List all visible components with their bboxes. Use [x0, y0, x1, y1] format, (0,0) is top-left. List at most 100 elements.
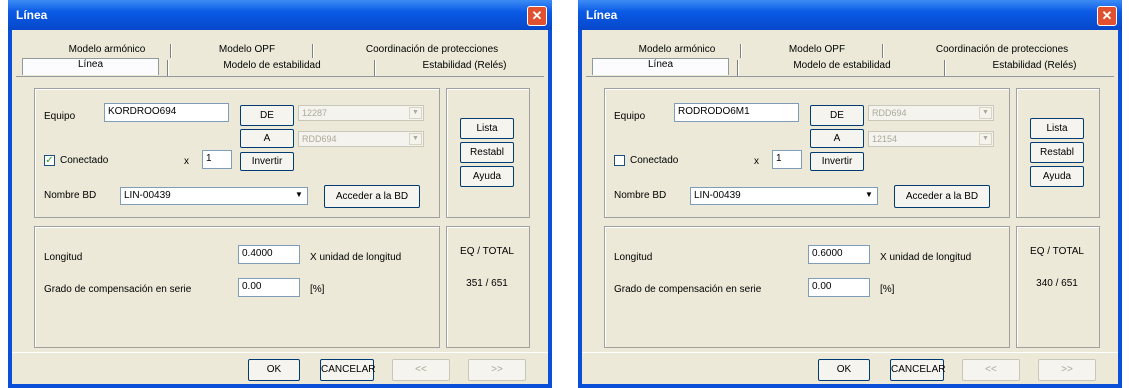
tab-divider: [737, 60, 739, 76]
restabl-button[interactable]: Restabl: [460, 142, 514, 163]
tab-linea[interactable]: Línea: [592, 58, 729, 75]
next-button[interactable]: >>: [468, 359, 526, 381]
chevron-down-icon[interactable]: ▼: [979, 133, 992, 145]
nombre-bd-value: LIN-00439: [124, 190, 171, 201]
tab-modelo-armonico[interactable]: Modelo armónico: [52, 44, 162, 58]
previous-button[interactable]: <<: [962, 359, 1020, 381]
cancel-button[interactable]: CANCELAR: [890, 359, 945, 381]
longitud-field[interactable]: 0.4000: [238, 245, 300, 264]
tab-strip-border: [16, 76, 544, 77]
restabl-button[interactable]: Restabl: [1030, 142, 1084, 163]
pct-label: [%]: [310, 284, 325, 295]
equipo-label: Equipo: [44, 111, 76, 122]
invertir-button[interactable]: Invertir: [240, 152, 294, 171]
chevron-down-icon[interactable]: ▼: [862, 189, 876, 201]
a-combo[interactable]: RDD694 ▼: [298, 131, 424, 147]
tab-modelo-estabilidad[interactable]: Modelo de estabilidad: [742, 60, 942, 76]
title-bar[interactable]: Línea ✕: [8, 0, 552, 30]
tab-divider: [167, 60, 169, 76]
equipo-field[interactable]: RODRODO6M1: [674, 103, 799, 122]
chevron-down-icon[interactable]: ▼: [979, 107, 992, 119]
invertir-button[interactable]: Invertir: [810, 152, 864, 171]
next-button[interactable]: >>: [1038, 359, 1096, 381]
de-button[interactable]: DE: [240, 105, 294, 126]
eq-total-label: EQ / TOTAL: [1030, 246, 1084, 257]
x-field[interactable]: 1: [202, 150, 232, 169]
tab-divider: [882, 44, 884, 58]
dialog-client: Modelo armónico Modelo OPF Coordinación …: [12, 30, 548, 384]
cancel-button[interactable]: CANCELAR: [320, 359, 375, 381]
grado-field[interactable]: 0.00: [238, 278, 300, 297]
acceder-bd-button[interactable]: Acceder a la BD: [324, 185, 420, 208]
close-icon[interactable]: ✕: [1097, 6, 1117, 26]
ayuda-button[interactable]: Ayuda: [1030, 166, 1084, 187]
title-bar[interactable]: Línea ✕: [578, 0, 1122, 30]
lista-button[interactable]: Lista: [460, 118, 514, 139]
a-button[interactable]: A: [240, 129, 294, 148]
chevron-down-icon[interactable]: ▼: [409, 107, 422, 119]
tab-linea[interactable]: Línea: [22, 58, 159, 75]
tab-strip-border: [586, 76, 1114, 77]
dialog-client: Modelo armónico Modelo OPF Coordinación …: [582, 30, 1118, 384]
ayuda-button[interactable]: Ayuda: [460, 166, 514, 187]
acceder-bd-button[interactable]: Acceder a la BD: [894, 185, 990, 208]
grado-label: Grado de compensación en serie: [614, 284, 762, 295]
chevron-down-icon[interactable]: ▼: [409, 133, 422, 145]
de-button[interactable]: DE: [810, 105, 864, 126]
nombre-bd-label: Nombre BD: [44, 190, 97, 201]
eq-total-value: 351 / 651: [466, 278, 508, 289]
nombre-bd-label: Nombre BD: [614, 190, 667, 201]
chevron-down-icon[interactable]: ▼: [292, 189, 306, 201]
de-combo-value: RDD694: [872, 108, 907, 118]
nombre-bd-combo[interactable]: LIN-00439 ▼: [120, 187, 308, 205]
eq-total-label: EQ / TOTAL: [460, 246, 514, 257]
longitud-label: Longitud: [44, 252, 83, 263]
tab-coordinacion-protecciones[interactable]: Coordinación de protecciones: [892, 44, 1112, 58]
tab-divider: [740, 44, 742, 58]
conectado-checkbox[interactable]: [614, 155, 625, 166]
tab-estabilidad-reles[interactable]: Estabilidad (Relés): [382, 60, 547, 76]
unit-label: X unidad de longitud: [880, 252, 972, 263]
previous-button[interactable]: <<: [392, 359, 450, 381]
tab-modelo-armonico[interactable]: Modelo armónico: [622, 44, 732, 58]
tab-divider: [944, 60, 946, 76]
de-combo[interactable]: RDD694 ▼: [868, 105, 994, 121]
equipo-label: Equipo: [614, 111, 646, 122]
grado-label: Grado de compensación en serie: [44, 284, 192, 295]
a-combo-value: RDD694: [302, 134, 337, 144]
eq-total-value: 340 / 651: [1036, 278, 1078, 289]
tab-modelo-opf[interactable]: Modelo OPF: [757, 44, 877, 58]
ok-button[interactable]: OK: [818, 359, 870, 381]
longitud-label: Longitud: [614, 252, 653, 263]
lista-button[interactable]: Lista: [1030, 118, 1084, 139]
unit-label: X unidad de longitud: [310, 252, 402, 263]
window-title: Línea: [16, 8, 48, 22]
a-combo-value: 12154: [872, 134, 898, 144]
de-combo-value: 12287: [302, 108, 328, 118]
tab-divider: [170, 44, 172, 58]
ok-button[interactable]: OK: [248, 359, 300, 381]
pct-label: [%]: [880, 284, 895, 295]
tab-divider: [312, 44, 314, 58]
a-combo[interactable]: 12154 ▼: [868, 131, 994, 147]
x-label: x: [184, 156, 189, 167]
nombre-bd-value: LIN-00439: [694, 190, 741, 201]
grado-field[interactable]: 0.00: [808, 278, 870, 297]
nombre-bd-combo[interactable]: LIN-00439 ▼: [690, 187, 878, 205]
tab-modelo-opf[interactable]: Modelo OPF: [187, 44, 307, 58]
conectado-checkbox[interactable]: ✓: [44, 155, 55, 166]
tab-coordinacion-protecciones[interactable]: Coordinación de protecciones: [322, 44, 542, 58]
a-button[interactable]: A: [810, 129, 864, 148]
tab-divider: [374, 60, 376, 76]
dialog-window-2: Línea ✕ Modelo armónico Modelo OPF Coord…: [578, 0, 1122, 388]
x-label: x: [754, 156, 759, 167]
x-field[interactable]: 1: [772, 150, 802, 169]
close-icon[interactable]: ✕: [527, 6, 547, 26]
bottom-divider: [12, 352, 548, 353]
longitud-field[interactable]: 0.6000: [808, 245, 870, 264]
de-combo[interactable]: 12287 ▼: [298, 105, 424, 121]
window-title: Línea: [586, 8, 618, 22]
tab-modelo-estabilidad[interactable]: Modelo de estabilidad: [172, 60, 372, 76]
tab-estabilidad-reles[interactable]: Estabilidad (Relés): [952, 60, 1117, 76]
equipo-field[interactable]: KORDROO694: [104, 103, 229, 122]
